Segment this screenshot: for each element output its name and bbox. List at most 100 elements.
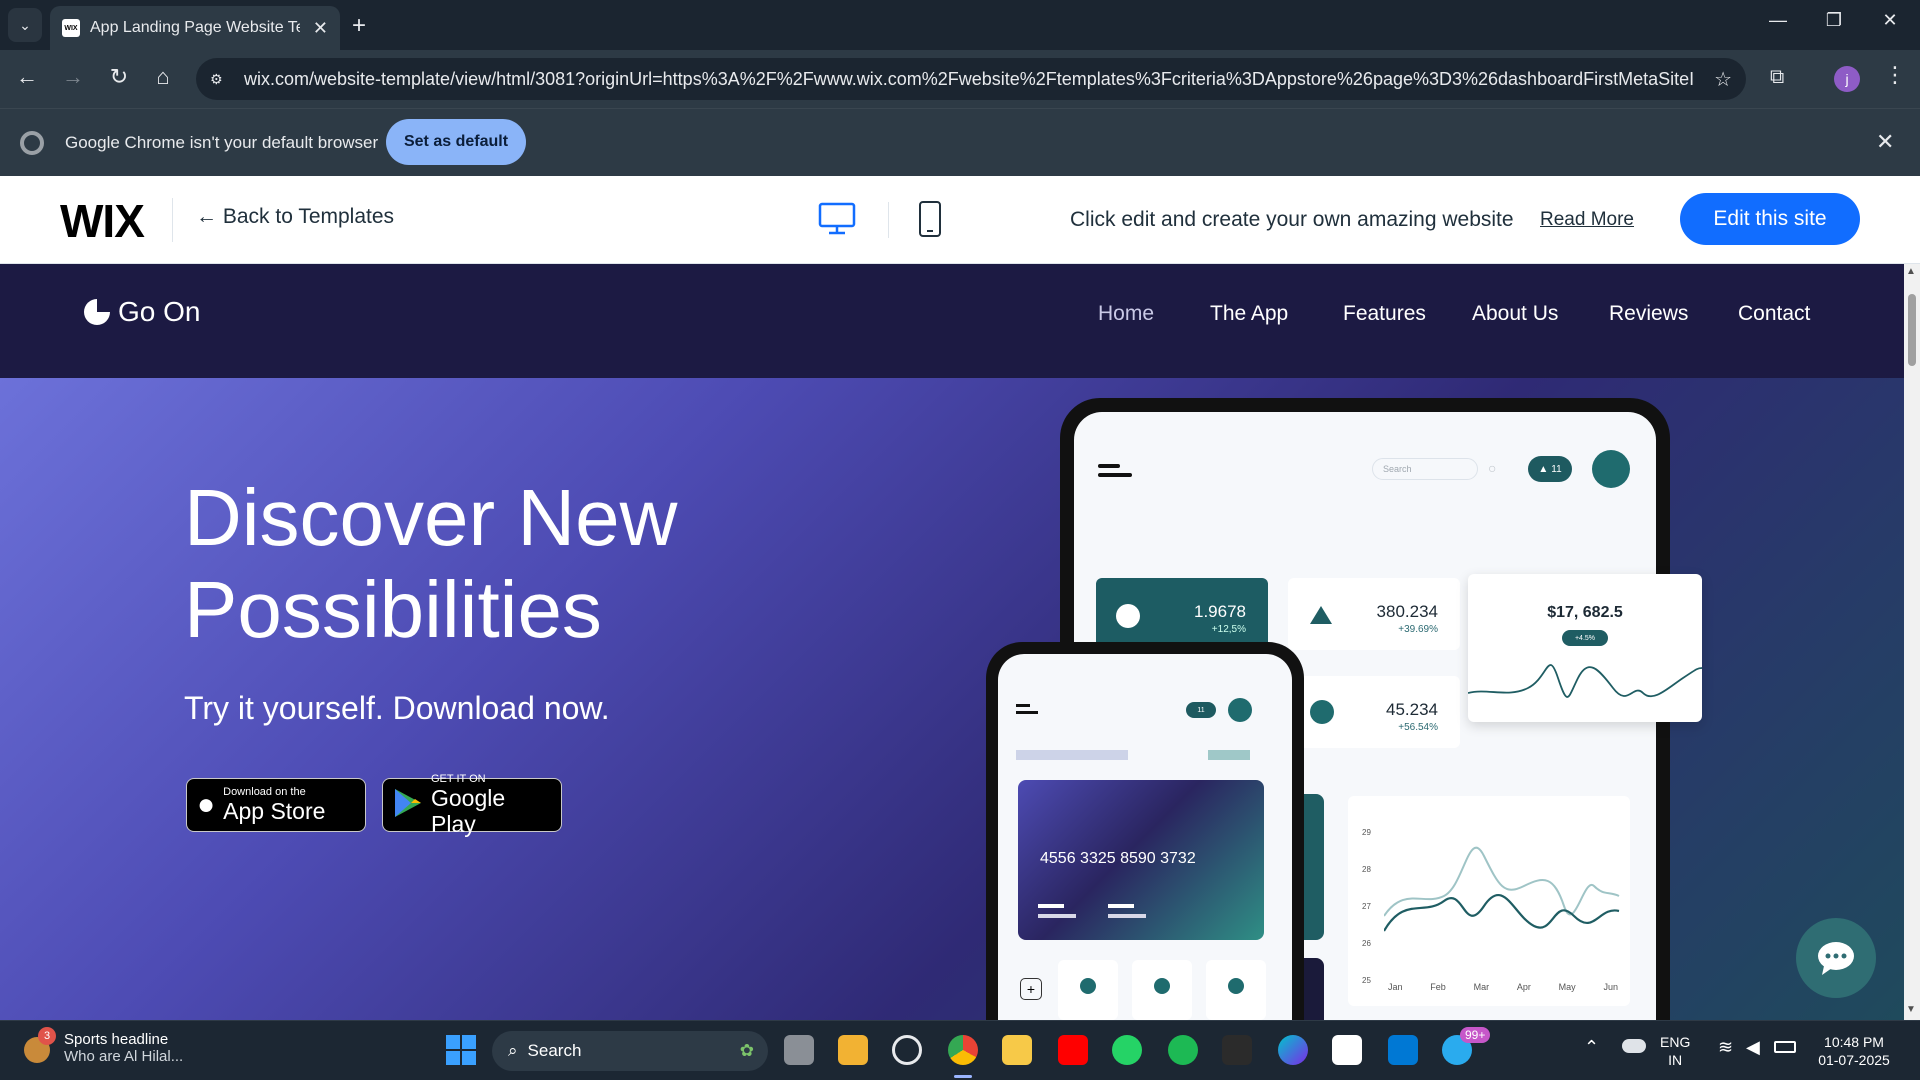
close-window-button[interactable]: ✕ [1870,10,1910,31]
google-play-button[interactable]: GET IT ON Google Play [382,773,562,837]
close-infobar-icon[interactable]: ✕ [1876,129,1894,155]
scroll-down-arrow[interactable]: ▼ [1906,1004,1916,1015]
placeholder-bar [1016,750,1128,760]
x-tick: Feb [1430,982,1446,992]
nav-home[interactable]: Home [1098,302,1154,326]
nav-reviews[interactable]: Reviews [1609,302,1688,326]
chart-x-labels: Jan Feb Mar Apr May Jun [1388,982,1618,992]
balance-sparkline [1468,664,1702,698]
y-tick: 25 [1362,976,1371,985]
phone-screen: 11 4556 3325 8590 3732 + [998,654,1292,1020]
chatgpt-icon[interactable] [892,1035,922,1065]
onedrive-icon[interactable] [1622,1039,1646,1053]
scroll-up-arrow[interactable]: ▲ [1906,266,1916,277]
news-subtitle: Who are Al Hilal... [64,1048,184,1065]
card-number: 4556 3325 8590 3732 [1040,850,1196,867]
clock[interactable]: 10:48 PM 01-07-2025 [1808,1033,1900,1069]
desktop-view-icon[interactable] [818,202,856,241]
browser-toolbar: ← → ↻ ⌂ ⚙ wix.com/website-template/view/… [0,50,1920,108]
store-icon[interactable] [838,1035,868,1065]
chart-y-labels: 29 28 27 26 25 [1362,814,1371,999]
browser-tab[interactable]: WIX App Landing Page Website Tem ✕ [50,6,340,50]
news-badge: 3 [38,1027,56,1045]
vscode-icon[interactable] [1388,1035,1418,1065]
extensions-icon[interactable]: ⧉ [1770,66,1784,89]
windows-taskbar: 3 Sports headline Who are Al Hilal... ⌕ … [0,1020,1920,1080]
nav-about-us[interactable]: About Us [1472,302,1558,326]
taskbar-search[interactable]: ⌕ Search ✿ [492,1031,768,1071]
spotify-icon[interactable] [1168,1035,1198,1065]
wifi-icon[interactable]: ≋ [1718,1037,1733,1058]
line-chart-card: 29 28 27 26 25 Jan Feb Mar Apr May Jun [1348,796,1630,1006]
site-brand[interactable]: Go On [84,296,200,328]
nav-the-app[interactable]: The App [1210,302,1288,326]
contact-card [1206,960,1266,1020]
search-icon: ○ [1488,460,1497,476]
x-tick: Jan [1388,982,1403,992]
set-default-button[interactable]: Set as default [386,119,526,165]
close-tab-icon[interactable]: ✕ [313,18,328,39]
restore-button[interactable]: ❐ [1814,10,1854,31]
back-to-templates-link[interactable]: ← Back to Templates [196,205,394,229]
file-explorer-icon[interactable] [1002,1035,1032,1065]
clock-time: 10:48 PM [1824,1034,1884,1050]
whatsapp-icon[interactable] [1112,1035,1142,1065]
capcut-icon[interactable] [1332,1035,1362,1065]
x-tick: May [1558,982,1576,992]
add-icon: + [1020,978,1042,1000]
chrome-taskbar-icon[interactable] [948,1035,978,1065]
volume-icon[interactable]: ◀ [1746,1037,1760,1058]
forward-button[interactable]: → [58,64,88,90]
app-store-button[interactable]: ● Download on the App Store [186,778,366,832]
back-button[interactable]: ← [12,64,42,90]
chat-button[interactable] [1796,918,1876,998]
reload-button[interactable]: ↻ [104,64,134,90]
news-widget[interactable]: 3 Sports headline Who are Al Hilal... [24,1027,184,1065]
edit-site-button[interactable]: Edit this site [1680,193,1860,245]
minimize-button[interactable]: — [1758,10,1798,31]
site-info-icon[interactable]: ⚙ [210,71,230,88]
battery-icon[interactable] [1774,1041,1796,1053]
canva-icon[interactable] [1278,1035,1308,1065]
card-line [1038,914,1076,918]
task-view-icon[interactable] [784,1035,814,1065]
google-play-small-text: GET IT ON [431,773,486,785]
language-indicator[interactable]: ENG IN [1660,1033,1690,1069]
site-header: Go On Home The App Features About Us Rev… [0,264,1904,378]
hero-title-line1: Discover New [184,473,678,562]
windows-start-icon[interactable] [446,1035,476,1065]
mobile-view-icon[interactable] [918,200,942,243]
contact-card [1058,960,1118,1020]
tab-search-button[interactable]: ⌄ [8,8,42,42]
y-tick: 27 [1362,902,1371,911]
menu-kebab-icon[interactable]: ⋮ [1884,62,1906,88]
bell-icon: ▲ [1538,463,1549,475]
scroll-thumb[interactable] [1908,294,1916,366]
news-title: Sports headline [64,1031,169,1048]
placeholder-bar [1208,750,1250,760]
nav-contact[interactable]: Contact [1738,302,1810,326]
youtube-icon[interactable] [1058,1035,1088,1065]
dark-panel [1304,958,1324,1020]
page-scrollbar[interactable]: ▲ ▼ [1904,264,1920,1020]
clock-date: 01-07-2025 [1818,1052,1890,1068]
hamburger-icon [1098,464,1132,477]
show-hidden-icons-chevron-up-icon[interactable]: ⌃ [1584,1037,1599,1058]
home-button[interactable]: ⌂ [148,64,178,90]
profile-avatar[interactable]: j [1834,66,1860,92]
read-more-link[interactable]: Read More [1540,209,1634,231]
nav-features[interactable]: Features [1343,302,1426,326]
address-bar[interactable]: ⚙ wix.com/website-template/view/html/308… [196,58,1746,100]
wix-template-bar: WIX ← Back to Templates Click edit and c… [0,176,1920,264]
x-tick: Jun [1603,982,1618,992]
default-browser-infobar: Google Chrome isn't your default browser… [0,108,1920,176]
wix-logo[interactable]: WIX [60,194,145,248]
new-tab-button[interactable]: + [352,12,366,40]
bookmark-star-icon[interactable]: ☆ [1714,67,1732,92]
notif-count: 11 [1551,463,1562,475]
url-text[interactable]: wix.com/website-template/view/html/3081?… [244,69,1694,90]
brand-logo-icon [84,299,110,325]
lang-primary: ENG [1660,1034,1691,1050]
stat2-delta: +39.69% [1398,624,1438,635]
app-icon[interactable] [1222,1035,1252,1065]
